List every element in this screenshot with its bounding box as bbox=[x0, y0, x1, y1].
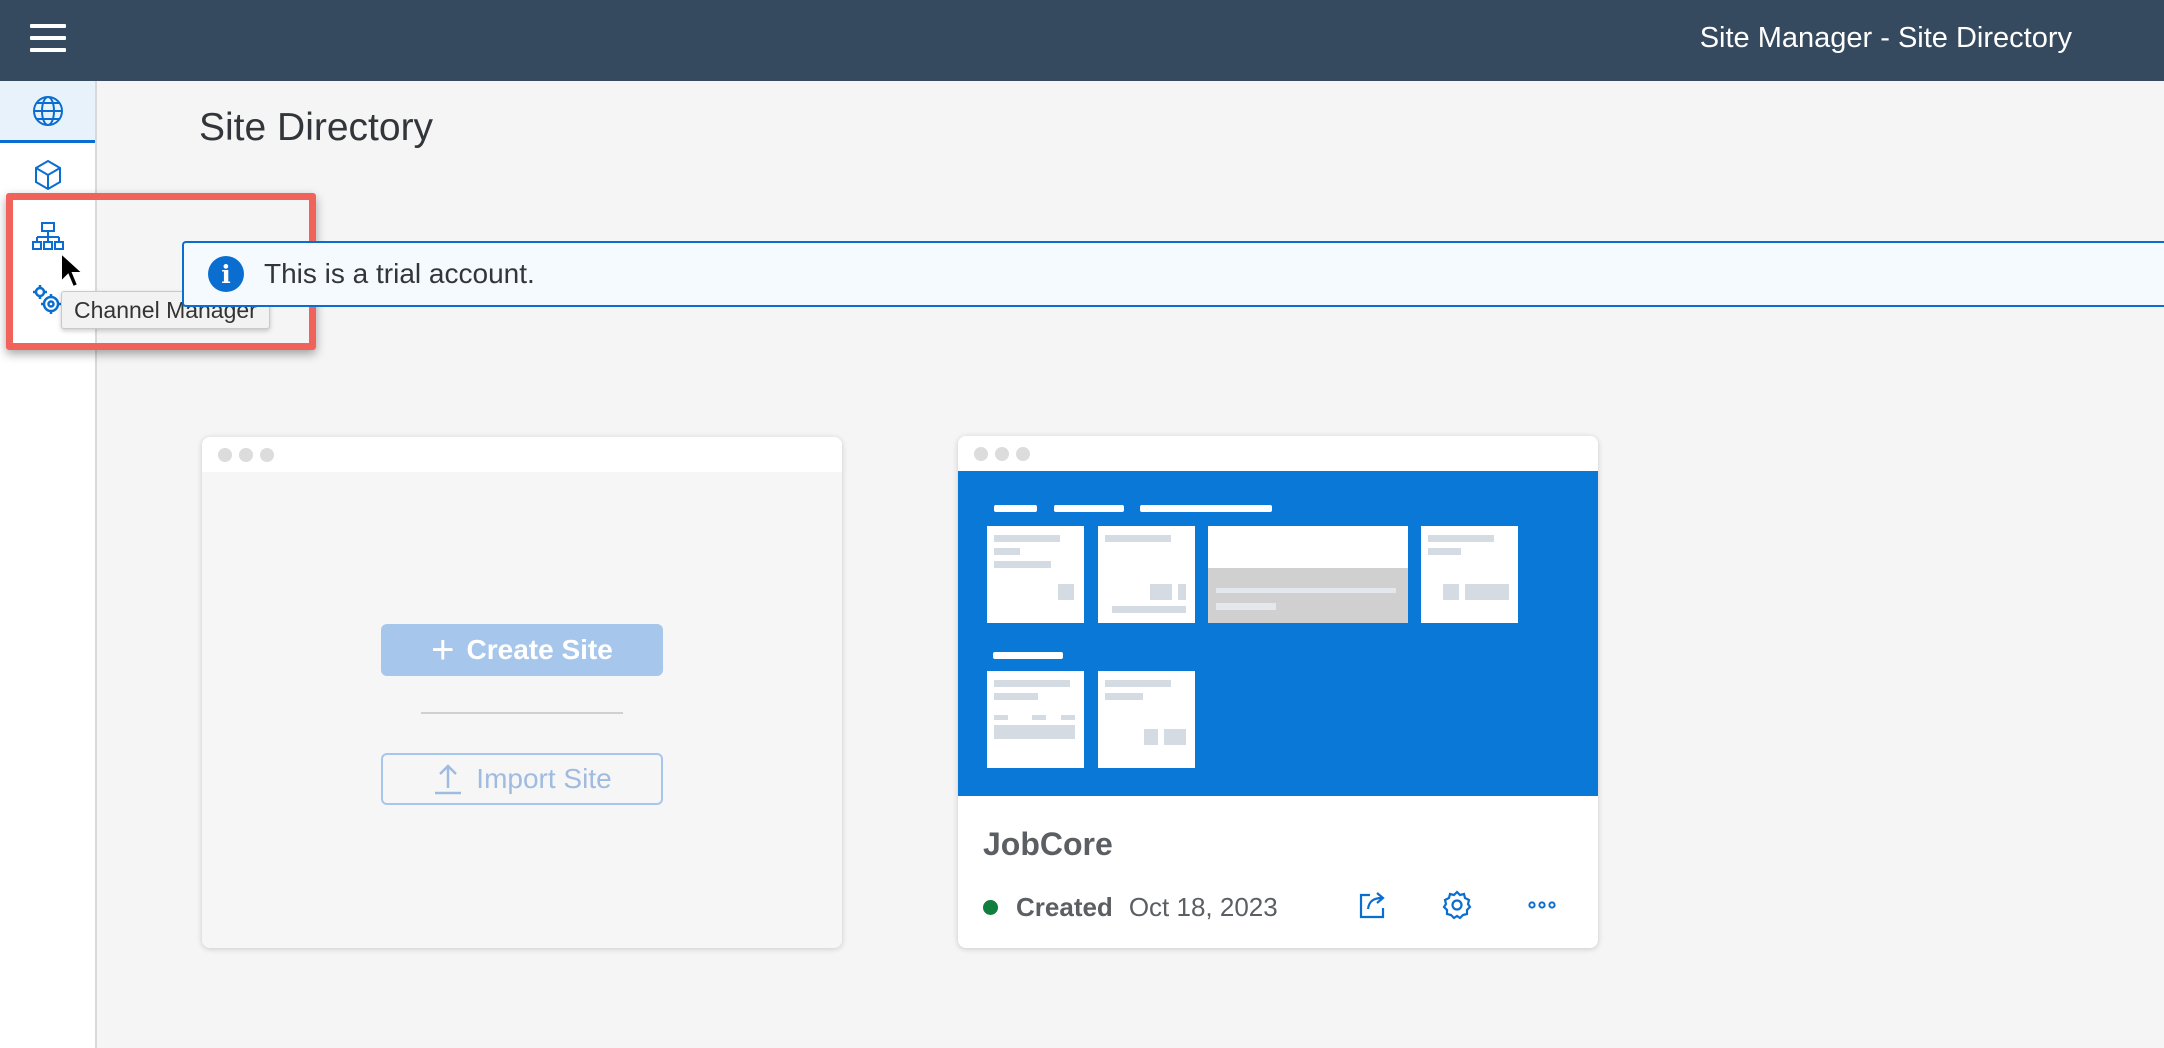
more-options-button[interactable] bbox=[1524, 887, 1560, 923]
info-icon: i bbox=[208, 256, 244, 292]
site-name[interactable]: JobCore bbox=[983, 826, 1113, 863]
app-title: Site Manager - Site Directory bbox=[1699, 22, 2072, 54]
create-site-button[interactable]: + Create Site bbox=[381, 624, 663, 676]
import-site-button[interactable]: Import Site bbox=[381, 753, 663, 805]
site-status: Created Oct 18, 2023 bbox=[983, 892, 1278, 923]
shell-bar: Site Manager - Site Directory bbox=[0, 0, 2164, 81]
globe-icon bbox=[32, 95, 63, 126]
created-date: Oct 18, 2023 bbox=[1128, 892, 1278, 922]
share-button[interactable] bbox=[1354, 887, 1390, 923]
plus-icon: + bbox=[431, 628, 455, 672]
page-title: Site Directory bbox=[199, 106, 434, 149]
nav-item-site-directory[interactable] bbox=[0, 81, 95, 143]
message-strip-text: This is a trial account. bbox=[264, 258, 535, 289]
window-dots bbox=[202, 437, 842, 472]
create-site-card: + Create Site Import Site bbox=[202, 437, 842, 948]
cube-icon bbox=[34, 159, 61, 191]
mouse-cursor-icon bbox=[60, 251, 86, 289]
site-actions bbox=[1354, 887, 1560, 923]
hamburger-menu-icon[interactable] bbox=[30, 24, 66, 54]
site-card[interactable]: JobCore Created Oct 18, 2023 bbox=[958, 436, 1598, 948]
settings-icon bbox=[1442, 890, 1472, 920]
status-dot-icon bbox=[983, 900, 998, 915]
more-icon bbox=[1528, 901, 1556, 909]
message-strip: i This is a trial account. bbox=[182, 241, 2164, 307]
site-settings-button[interactable] bbox=[1439, 887, 1475, 923]
share-icon bbox=[1359, 892, 1385, 919]
create-site-label: Create Site bbox=[466, 634, 613, 665]
site-preview-thumbnail bbox=[958, 471, 1598, 796]
upload-icon bbox=[435, 764, 462, 795]
window-dots bbox=[958, 436, 1598, 471]
status-label: Created bbox=[1016, 892, 1113, 922]
divider bbox=[421, 712, 623, 714]
import-site-label: Import Site bbox=[476, 763, 612, 794]
